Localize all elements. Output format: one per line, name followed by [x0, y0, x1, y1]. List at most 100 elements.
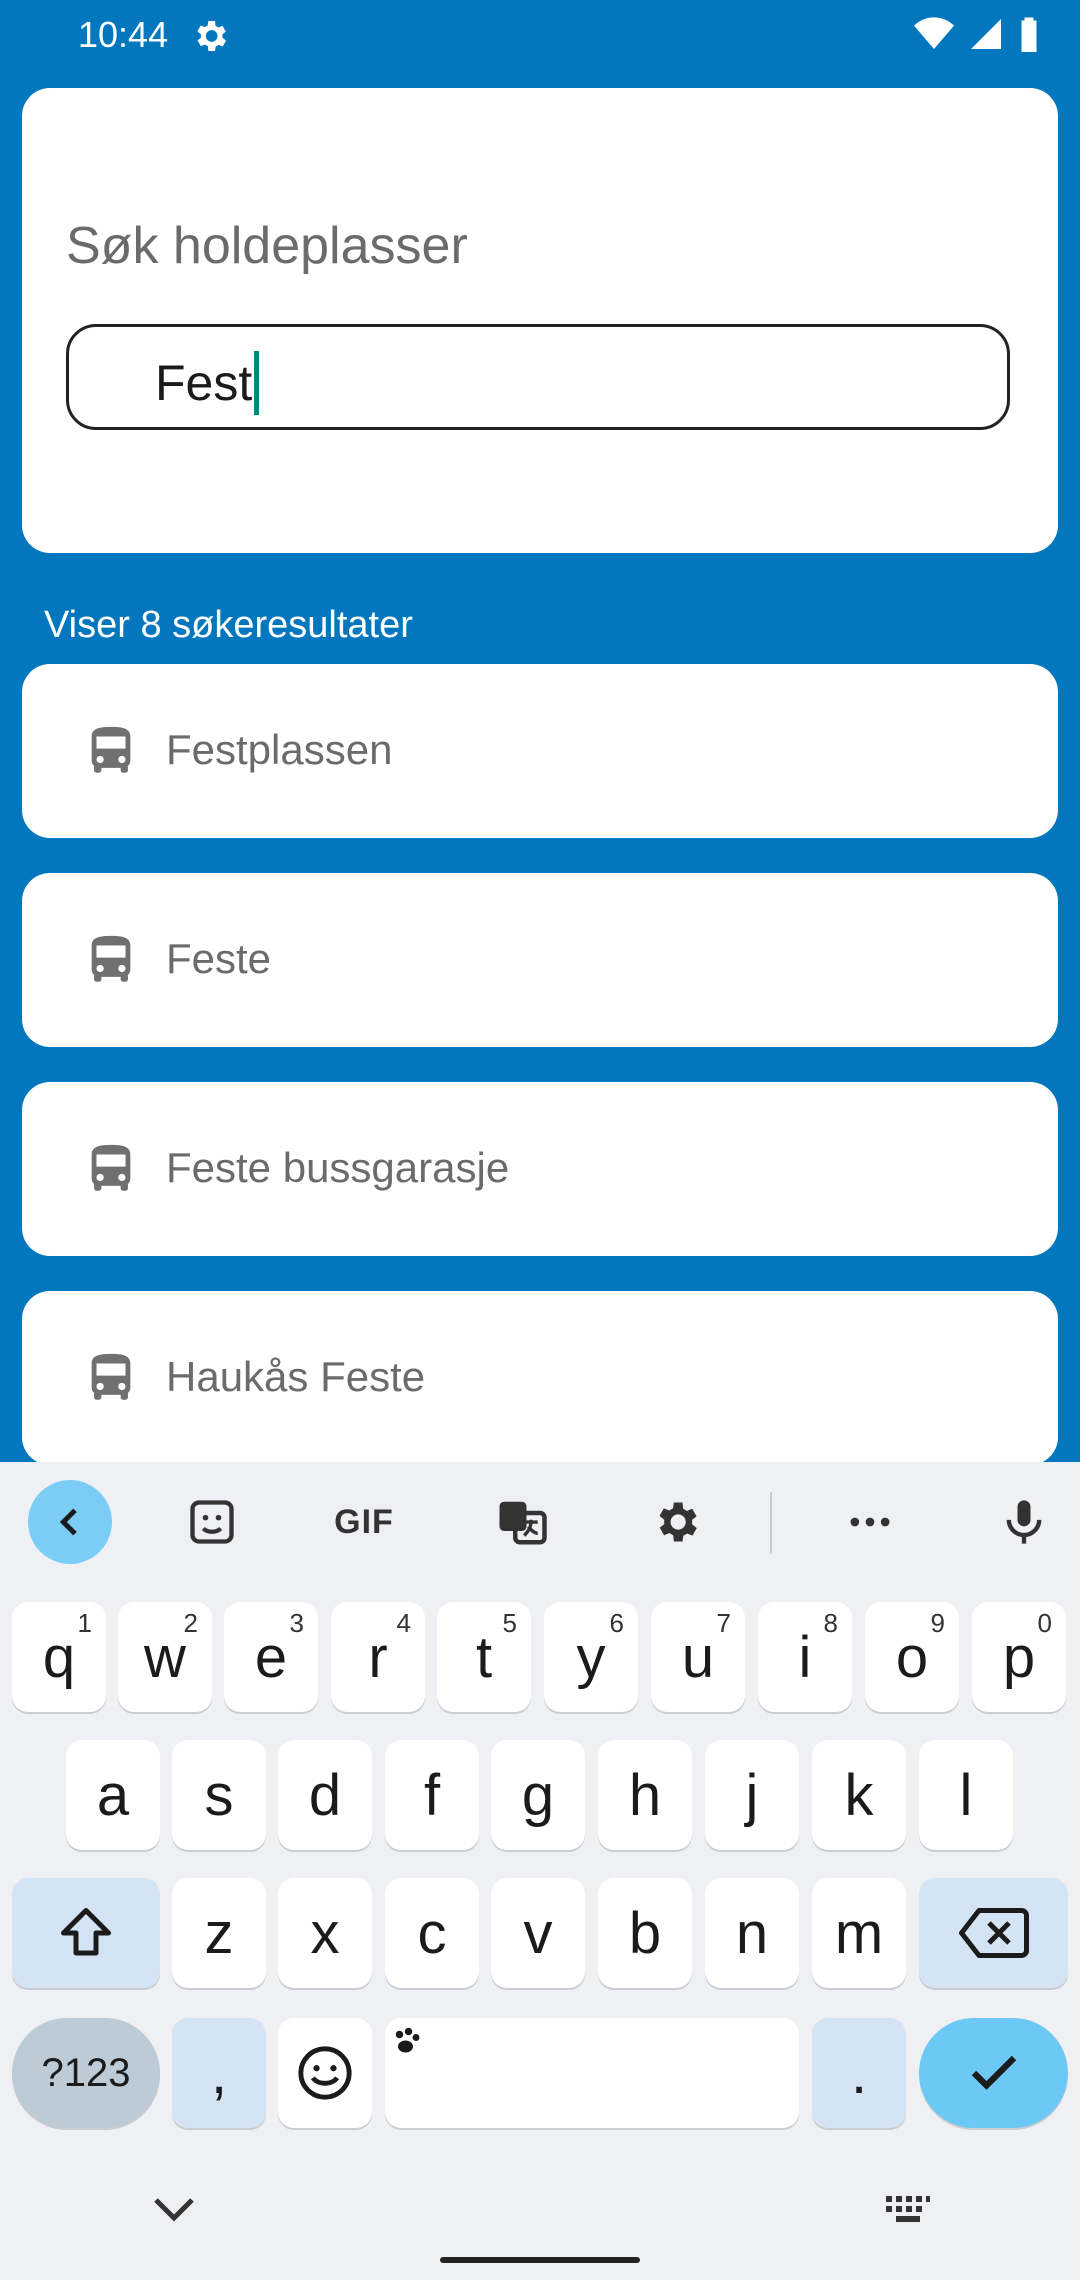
key-v[interactable]: v [491, 1878, 585, 1988]
translate-button[interactable] [480, 1480, 564, 1564]
key-h[interactable]: h [598, 1740, 692, 1850]
key-a[interactable]: a [66, 1740, 160, 1850]
chevron-left-icon [59, 1508, 77, 1536]
battery-icon [1021, 17, 1037, 52]
key-label: e [254, 1624, 288, 1690]
key-label: p [1002, 1624, 1036, 1690]
search-input[interactable]: Fest [66, 324, 1010, 430]
search-title: Søk holdeplasser [66, 217, 468, 275]
key-label: q [42, 1624, 76, 1690]
bus-icon [91, 726, 131, 773]
key-hint: 1 [77, 1608, 92, 1638]
result-item[interactable]: Feste bussgarasje [22, 1082, 1058, 1256]
keyboard-settings-button[interactable] [634, 1480, 718, 1564]
key-j[interactable]: j [705, 1740, 799, 1850]
key-hint: 5 [502, 1608, 517, 1638]
result-label: Haukås Feste [166, 1353, 426, 1400]
sticker-icon [190, 1500, 234, 1544]
keyboard: GIF q1 w2 e3 r4 t5 y6 u7 i8 o9 p0 a s d … [0, 1462, 1080, 2280]
key-label: y [576, 1624, 606, 1690]
translate-icon [499, 1501, 547, 1545]
comma-key[interactable]: , [172, 2018, 266, 2128]
keyboard-switch-icon[interactable] [884, 2192, 932, 2228]
bus-icon [91, 935, 131, 982]
search-input-value-wrap: Fest [155, 351, 260, 415]
key-label: i [798, 1624, 812, 1690]
key-x[interactable]: x [278, 1878, 372, 1988]
key-hint: 8 [823, 1608, 838, 1638]
emoji-icon [298, 2046, 352, 2100]
status-bar: 10:44 [0, 0, 1080, 70]
key-hint: 2 [183, 1608, 198, 1638]
key-i[interactable]: i8 [758, 1602, 852, 1712]
gif-button[interactable]: GIF [322, 1480, 406, 1564]
key-label: w [144, 1624, 186, 1690]
status-time: 10:44 [78, 14, 169, 55]
text-cursor [254, 351, 260, 415]
backspace-icon [958, 1908, 1029, 1958]
bus-icon [91, 1353, 131, 1400]
sticker-button[interactable] [170, 1480, 254, 1564]
search-input-value: Fest [155, 355, 253, 411]
key-n[interactable]: n [705, 1878, 799, 1988]
toolbar-divider [770, 1492, 772, 1554]
key-k[interactable]: k [812, 1740, 906, 1850]
more-button[interactable] [828, 1480, 912, 1564]
shift-key[interactable] [12, 1878, 160, 1988]
key-c[interactable]: c [385, 1878, 479, 1988]
key-l[interactable]: l [919, 1740, 1013, 1850]
wifi-icon [914, 17, 954, 49]
status-icons [914, 16, 1040, 52]
voice-input-button[interactable] [982, 1480, 1066, 1564]
key-label: o [895, 1624, 929, 1690]
key-w[interactable]: w2 [118, 1602, 212, 1712]
microphone-icon [1006, 1500, 1042, 1544]
result-item[interactable]: Haukås Feste [22, 1291, 1058, 1465]
key-d[interactable]: d [278, 1740, 372, 1850]
symbols-key[interactable]: ?123 [12, 2018, 160, 2128]
bus-icon [91, 1144, 131, 1191]
emoji-key[interactable] [278, 2018, 372, 2128]
backspace-key[interactable] [919, 1878, 1068, 1988]
space-key[interactable] [385, 2018, 799, 2128]
cellular-signal-icon [971, 19, 1001, 49]
checkmark-icon [971, 2055, 1016, 2090]
key-p[interactable]: p0 [972, 1602, 1066, 1712]
toolbar-back-button[interactable] [28, 1480, 112, 1564]
key-r[interactable]: r4 [331, 1602, 425, 1712]
result-label: Feste bussgarasje [166, 1144, 510, 1191]
key-b[interactable]: b [598, 1878, 692, 1988]
result-item[interactable]: Feste [22, 873, 1058, 1047]
home-indicator[interactable] [440, 2257, 640, 2263]
key-hint: 3 [289, 1608, 304, 1638]
paw-icon [395, 2027, 420, 2053]
settings-status-icon [197, 21, 226, 51]
key-hint: 7 [716, 1608, 731, 1638]
key-q[interactable]: q1 [12, 1602, 106, 1712]
period-key[interactable]: . [812, 2018, 906, 2128]
key-hint: 0 [1037, 1608, 1052, 1638]
key-m[interactable]: m [812, 1878, 906, 1988]
keyboard-toolbar: GIF [0, 1462, 1080, 1586]
key-u[interactable]: u7 [651, 1602, 745, 1712]
result-label: Feste [166, 935, 272, 982]
more-horizontal-icon [850, 1517, 890, 1527]
done-key[interactable] [919, 2018, 1068, 2128]
key-z[interactable]: z [172, 1878, 266, 1988]
result-label: Festplassen [166, 726, 393, 773]
shift-icon [61, 1908, 111, 1956]
chevron-down-icon[interactable] [150, 2192, 198, 2228]
key-o[interactable]: o9 [865, 1602, 959, 1712]
key-hint: 6 [609, 1608, 624, 1638]
result-item[interactable]: Festplassen [22, 664, 1058, 838]
key-e[interactable]: e3 [224, 1602, 318, 1712]
key-f[interactable]: f [385, 1740, 479, 1850]
key-t[interactable]: t5 [437, 1602, 531, 1712]
key-label: u [681, 1624, 715, 1690]
key-hint: 9 [930, 1608, 945, 1638]
results-count: Viser 8 søkeresultater [44, 604, 413, 646]
key-y[interactable]: y6 [544, 1602, 638, 1712]
key-hint: 4 [396, 1608, 411, 1638]
key-s[interactable]: s [172, 1740, 266, 1850]
key-g[interactable]: g [491, 1740, 585, 1850]
